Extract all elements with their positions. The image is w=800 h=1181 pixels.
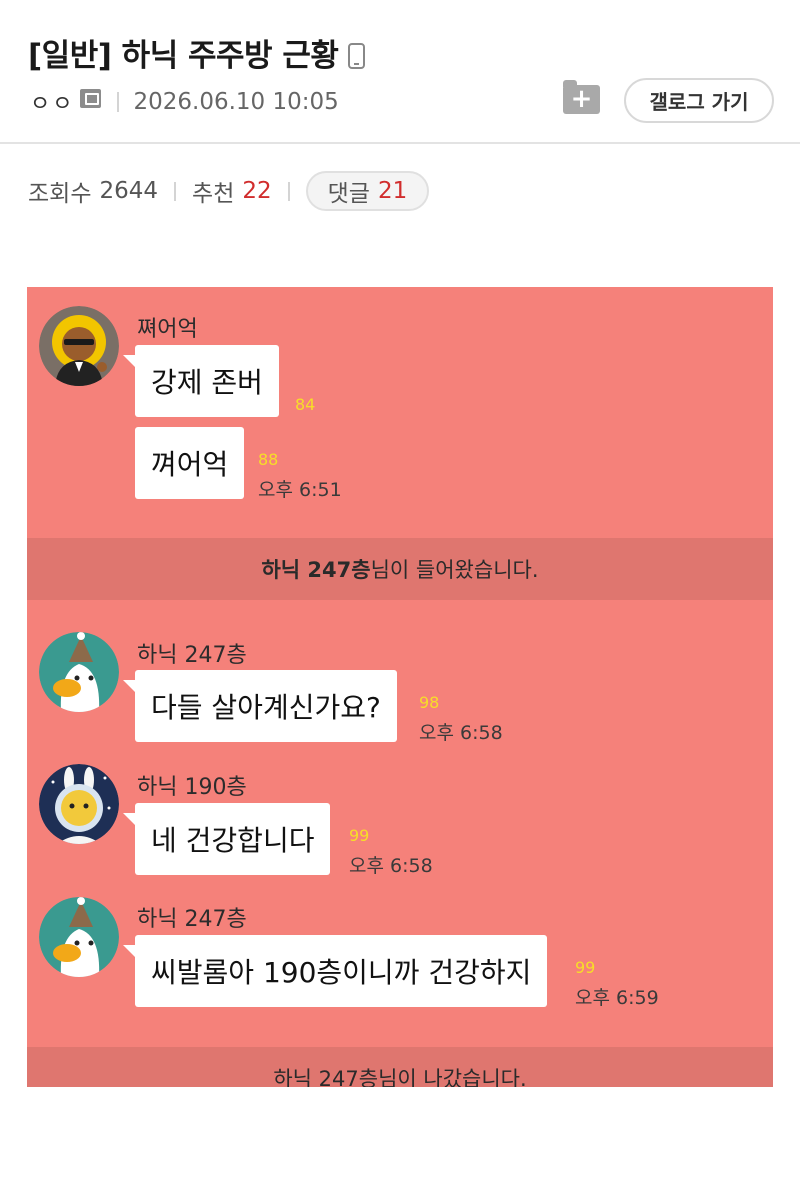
meta-divider [117, 92, 120, 112]
post-stats: 조회수 2644 추천 22 댓글 21 [28, 170, 430, 212]
comments-label: 댓글 [327, 181, 370, 207]
system-message: 하닉 247층 님이 나갔습니다. [27, 1047, 773, 1087]
recommend-label: 추천 [192, 181, 235, 207]
gallog-button[interactable]: 갤로그 가기 [624, 78, 774, 123]
sender-name: 쪄어억 [137, 317, 198, 342]
system-user-name: 하닉 247층 [261, 558, 371, 582]
post-title: [일반] 하닉 주주방 근황 [28, 30, 366, 75]
stats-divider [287, 181, 290, 201]
post-date: 2026.06.10 10:05 [133, 89, 339, 115]
message-bubble: 강제 존버 [123, 345, 279, 417]
chat-screenshot: 쪄어억 강제 존버 84 껴어억 88 오후 6:51 하닉 247층 님이 들어… [27, 287, 773, 1087]
views-count: 2644 [99, 178, 159, 204]
unread-count: 99 [575, 958, 596, 977]
system-text: 님이 들어왔습니다. [370, 558, 539, 582]
unread-count: 88 [258, 450, 279, 469]
ryan-avatar [39, 306, 119, 386]
apeach-astronaut-avatar [39, 764, 119, 844]
comments-count: 21 [377, 178, 408, 204]
post-header: [일반] 하닉 주주방 근황 ㅇㅇ 2026.06.10 10:05 갤로그 가… [0, 0, 800, 144]
sender-name: 하닉 247층 [137, 643, 247, 668]
post-meta: ㅇㅇ 2026.06.10 10:05 [30, 86, 339, 118]
message-bubble: 씨발롬아 190층이니까 건강하지 [122, 935, 548, 1007]
unread-count: 98 [419, 693, 440, 712]
duck-avatar [39, 897, 119, 977]
message-bubble: 껴어억 [135, 427, 245, 499]
mobile-icon [348, 43, 366, 69]
fixed-nick-icon [80, 88, 102, 108]
sender-name: 하닉 247층 [137, 907, 247, 932]
author-name[interactable]: ㅇㅇ [30, 86, 74, 118]
message-time: 오후 6:58 [349, 855, 433, 877]
duck-avatar [39, 632, 119, 712]
unread-count: 99 [349, 826, 370, 845]
comments-button[interactable]: 댓글 21 [305, 171, 430, 211]
post-title-text: [일반] 하닉 주주방 근황 [28, 38, 339, 74]
message-time: 오후 6:59 [575, 987, 659, 1009]
message-bubble: 다들 살아계신가요? [123, 670, 397, 742]
unread-count: 84 [295, 395, 316, 414]
message-bubble: 네 건강합니다 [122, 803, 331, 875]
system-user-name: 하닉 247층 [273, 1067, 379, 1087]
system-text: 님이 나갔습니다. [378, 1067, 527, 1087]
add-folder-icon[interactable] [563, 80, 600, 114]
recommend-count: 22 [242, 178, 272, 204]
message-time: 오후 6:58 [419, 722, 503, 744]
views-label: 조회수 [28, 181, 92, 207]
stats-divider [174, 181, 177, 201]
sender-name: 하닉 190층 [137, 775, 247, 800]
message-time: 오후 6:51 [258, 479, 342, 501]
system-message: 하닉 247층 님이 들어왔습니다. [27, 538, 773, 600]
